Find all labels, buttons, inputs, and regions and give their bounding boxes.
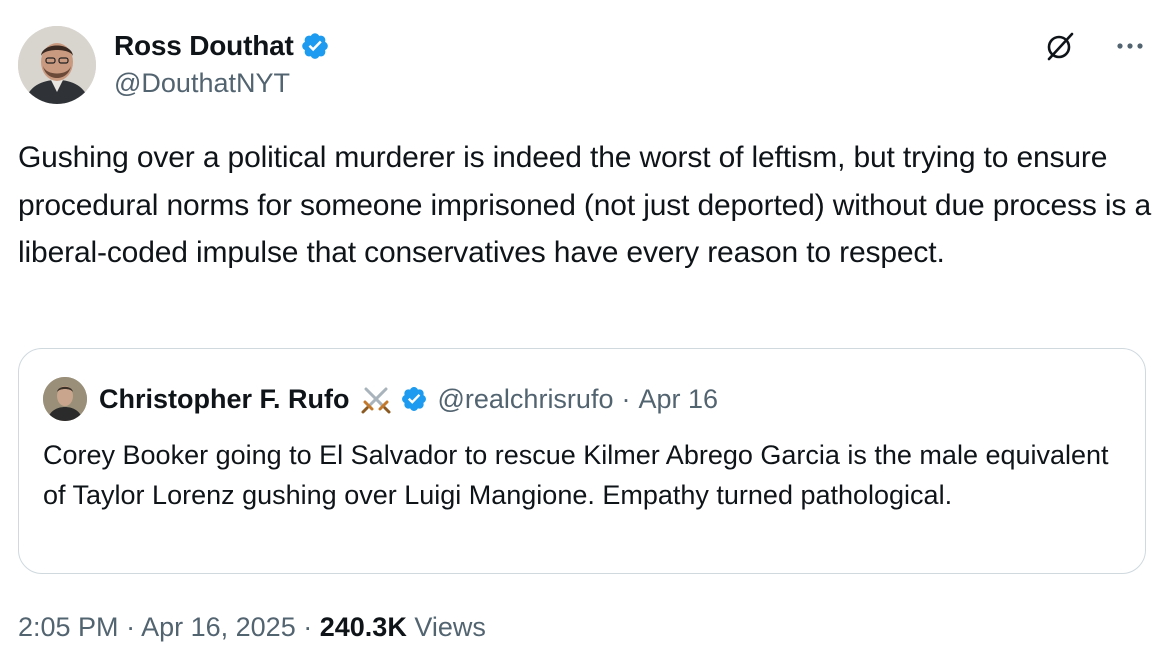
tweet-meta: 2:05 PM · Apr 16, 2025 · 240.3K Views xyxy=(18,612,486,643)
tweet-time[interactable]: 2:05 PM xyxy=(18,612,119,642)
quoted-separator: · xyxy=(621,383,631,414)
quoted-avatar-photo-icon xyxy=(43,377,87,421)
tweet-header: Ross Douthat @DouthatNYT xyxy=(18,22,1154,104)
avatar-photo-icon xyxy=(18,26,96,104)
views-label: Views xyxy=(414,612,486,642)
more-icon[interactable] xyxy=(1110,32,1150,60)
author-display-name[interactable]: Ross Douthat xyxy=(114,30,294,62)
tweet-date[interactable]: Apr 16, 2025 xyxy=(141,612,296,642)
quoted-display-name[interactable]: Christopher F. Rufo xyxy=(99,384,350,415)
author-handle[interactable]: @DouthatNYT xyxy=(114,68,290,99)
quoted-verified-badge-icon[interactable] xyxy=(400,385,428,413)
tweet-text: Gushing over a political murderer is ind… xyxy=(18,141,1151,269)
quoted-date[interactable]: Apr 16 xyxy=(638,384,718,415)
author-avatar[interactable] xyxy=(18,26,96,104)
grok-icon[interactable] xyxy=(1044,30,1076,62)
meta-separator: · xyxy=(303,612,313,642)
crossed-swords-icon xyxy=(361,387,390,414)
quoted-header: Christopher F. Rufo @realchrisrufo · Apr… xyxy=(43,377,718,421)
quoted-text: Corey Booker going to El Salvador to res… xyxy=(43,440,1109,510)
verified-badge-icon[interactable] xyxy=(300,31,330,61)
quoted-avatar[interactable] xyxy=(43,377,87,421)
quoted-handle[interactable]: @realchrisrufo xyxy=(438,384,614,415)
quoted-tweet[interactable]: Christopher F. Rufo @realchrisrufo · Apr… xyxy=(18,348,1146,574)
meta-separator: · xyxy=(126,612,136,642)
author-name-row: Ross Douthat xyxy=(114,28,330,64)
views-count: 240.3K xyxy=(319,612,407,642)
